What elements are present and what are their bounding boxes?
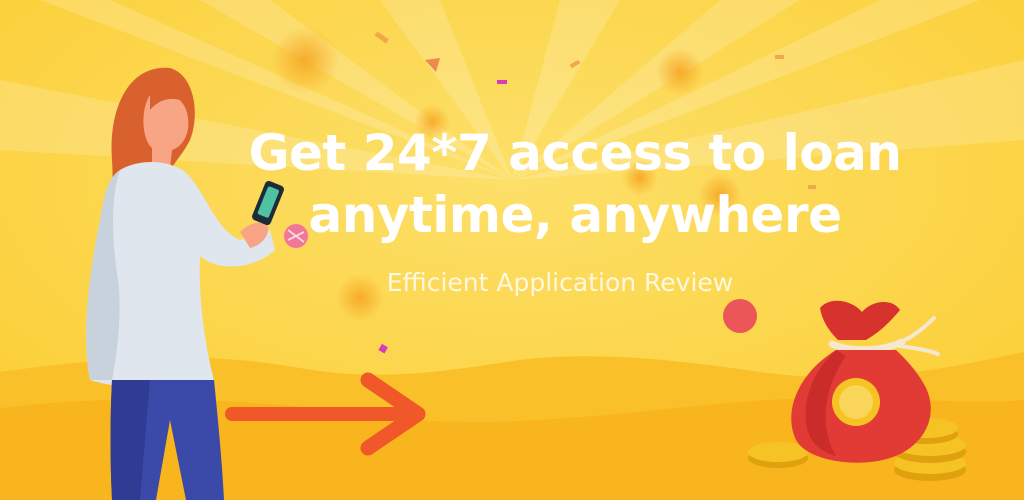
promo-banner: Get 24*7 access to loan anytime, anywher… (0, 0, 1024, 500)
headline: Get 24*7 access to loan anytime, anywher… (215, 122, 935, 246)
headline-line-1: Get 24*7 access to loan (248, 124, 902, 182)
headline-line-2: anytime, anywhere (308, 186, 842, 244)
money-bag-icon (748, 300, 966, 481)
subtitle: Efficient Application Review (386, 268, 734, 297)
